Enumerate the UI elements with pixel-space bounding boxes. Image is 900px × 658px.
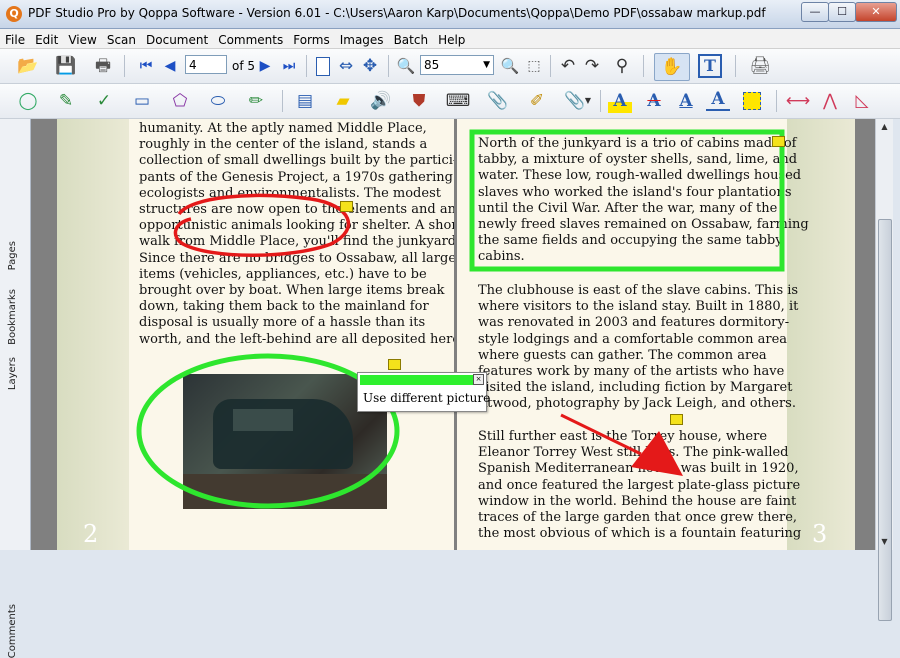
minimize-button[interactable]: — [801,2,829,22]
toolbar-separator [776,90,777,112]
marquee-zoom-icon[interactable]: ⬚ [522,54,546,78]
menu-help[interactable]: Help [433,31,470,47]
annotation-layer [136,129,785,509]
chevron-down-icon: ▼ [483,60,490,70]
document-view: 2 humanity. At the aptly named Middle Pl… [31,119,875,550]
green-rectangle-annotation[interactable] [469,129,785,272]
rectangle-tool-icon[interactable]: ▭ [130,89,154,113]
toolbar-separator [124,55,125,77]
scroll-up-icon[interactable]: ▲ [876,119,893,135]
vertical-scrollbar[interactable]: ▲ ▼ [875,119,893,621]
rotate-left-icon[interactable]: ↶ [556,54,580,78]
sticky-note-icon[interactable] [340,201,353,212]
menu-forms[interactable]: Forms [288,31,334,47]
menu-view[interactable]: View [63,31,101,47]
menu-scan[interactable]: Scan [102,31,141,47]
toolbar-separator [306,55,307,77]
open-folder-icon[interactable]: 📂 [16,54,40,78]
close-button[interactable]: ✕ [855,2,897,22]
menu-comments[interactable]: Comments [213,31,288,47]
cloud-polygon-icon[interactable]: ◺ [850,89,874,113]
markup-toolbar: ◯ ✎ ✓ ▭ ⬠ ⬭ ✏ ▤ ▰ 🔊 ⛊ ⌨ 📎 ✐ 📎 ▼ A A A A … [0,84,900,119]
oval-tool-icon[interactable]: ◯ [16,89,40,113]
first-page-icon[interactable]: ⏮ [134,54,158,78]
sticky-note-icon[interactable] [388,359,401,370]
scanner-icon[interactable]: 🖨 [748,54,772,78]
sticky-note-icon[interactable]: ▰ [331,89,355,113]
underline-text-icon[interactable]: A [674,89,698,113]
toolbar-separator [550,55,551,77]
hand-tool-icon[interactable]: ✋ [654,53,690,81]
title-bar: Q PDF Studio Pro by Qoppa Software - Ver… [0,0,900,29]
menu-bar: File Edit View Scan Document Comments Forms Ima… [0,29,900,49]
area-highlight-icon[interactable] [740,89,764,113]
polyline-tool-icon[interactable]: ⋀ [818,89,842,113]
page-number-input[interactable]: 4 [185,55,227,74]
line-tool-icon[interactable]: ⟷ [786,89,810,113]
toolbar-separator [600,90,601,112]
last-page-icon[interactable]: ⏭ [277,54,301,78]
text-select-icon[interactable]: T [698,54,722,78]
zoom-select[interactable]: 85 ▼ [420,55,494,75]
sound-icon[interactable]: 🔊 [369,89,393,113]
menu-images[interactable]: Images [335,31,389,47]
chevron-down-icon[interactable]: ▼ [583,89,593,113]
tab-pages[interactable]: Pages [7,241,18,270]
menu-document[interactable]: Document [141,31,213,47]
tab-bookmarks[interactable]: Bookmarks [7,289,18,345]
toolbar-separator [388,55,389,77]
zoom-value: 85 [424,58,440,72]
popup-note-text[interactable]: Use different picture [363,391,490,405]
text-box-icon[interactable]: ▤ [293,89,317,113]
eraser-tool-icon[interactable]: ⬭ [206,89,230,113]
fit-page-icon[interactable] [311,54,335,78]
zoom-out-icon[interactable]: 🔍 [394,54,418,78]
close-icon[interactable]: × [473,374,484,385]
window-title: PDF Studio Pro by Qoppa Software - Versi… [28,6,766,20]
toolbar-separator [643,55,644,77]
find-binoculars-icon[interactable]: ⚲ [610,54,634,78]
menu-edit[interactable]: Edit [30,31,63,47]
edit-text-icon[interactable]: ✐ [525,89,549,113]
sticky-note-icon[interactable] [772,136,785,147]
menu-file[interactable]: File [0,31,30,47]
actual-size-icon[interactable]: ✥ [358,54,382,78]
print-icon[interactable]: 🖶 [91,54,115,78]
highlighter-tool-icon[interactable]: ✏ [244,89,268,113]
squiggly-text-icon[interactable]: A [706,89,730,111]
polygon-tool-icon[interactable]: ⬠ [168,89,192,113]
sticky-note-icon[interactable] [670,414,683,425]
note-popup[interactable]: × Use different picture [357,372,490,412]
red-freehand-circle[interactable] [173,193,351,257]
popup-title-bar[interactable] [360,375,473,385]
strikethrough-text-icon[interactable]: A [642,89,666,113]
rotate-right-icon[interactable]: ↷ [580,54,604,78]
next-page-icon[interactable]: ▶ [253,54,277,78]
fit-width-icon[interactable]: ⇔ [334,54,358,78]
menu-batch[interactable]: Batch [389,31,434,47]
pencil-tool-icon[interactable]: ✎ [54,89,78,113]
stamp-icon[interactable]: ⛊ [407,89,431,113]
red-arrow-line[interactable] [560,413,642,456]
app-icon: Q [6,6,22,22]
scrollbar-thumb[interactable] [878,219,892,621]
toolbar-separator [735,55,736,77]
attach-file-icon[interactable]: 📎 [486,89,510,113]
highlight-text-icon[interactable]: A [608,89,632,113]
main-toolbar: 📂 💾 🖶 ⏮ ◀ 4 of 5 ▶ ⏭ ⇔ ✥ 🔍 85 ▼ 🔍 ⬚ ↶ ↷ ⚲… [0,49,900,84]
typewriter-icon[interactable]: ⌨ [446,89,471,113]
maximize-button[interactable]: ☐ [828,2,856,22]
tab-comments[interactable]: Comments [7,604,18,658]
tab-layers[interactable]: Layers [7,357,18,390]
side-panel-tabs: Pages Bookmarks Layers Comments [0,119,31,658]
save-icon[interactable]: 💾 [54,54,78,78]
line-pencil-icon[interactable]: ✓ [92,89,116,113]
zoom-in-icon[interactable]: 🔍 [498,54,522,78]
scroll-down-icon[interactable]: ▼ [876,534,893,550]
page-total-label: of 5 [232,59,256,73]
previous-page-icon[interactable]: ◀ [158,54,182,78]
toolbar-separator [282,90,283,112]
